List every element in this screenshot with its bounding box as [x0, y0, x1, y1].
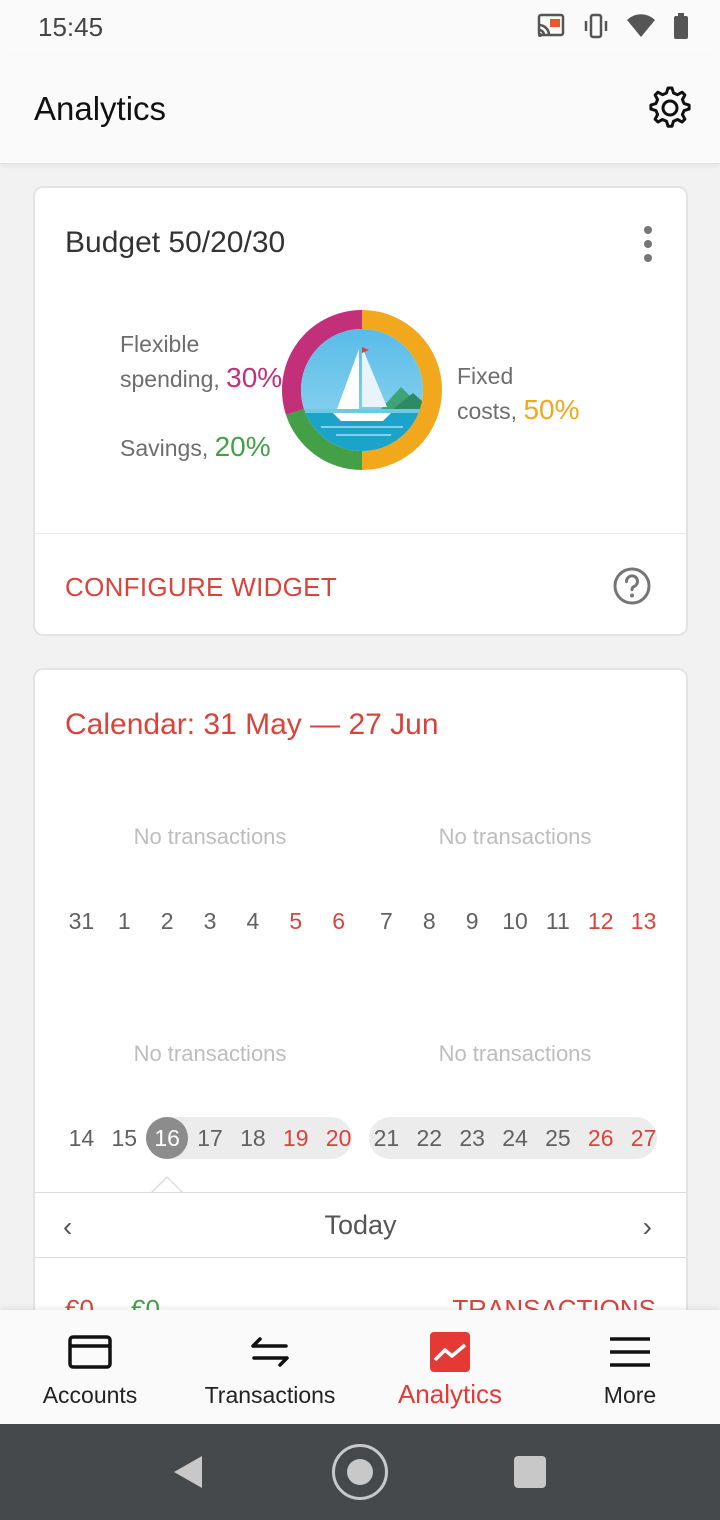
period-label[interactable]: Today [35, 1210, 686, 1241]
calendar-day[interactable]: 5 [274, 900, 317, 942]
calendar-day[interactable]: 27 [622, 1117, 665, 1159]
calendar-day[interactable]: 31 [60, 900, 103, 942]
no-transactions-label: No transactions [438, 1041, 592, 1066]
legend-percent: 20% [214, 431, 271, 462]
calendar-day-today[interactable]: 16 [145, 1117, 189, 1159]
no-transactions-label: No transactions [438, 824, 592, 849]
legend-label: costs, [457, 398, 518, 424]
legend-fixed-costs: Fixed costs, 50% [457, 360, 580, 428]
calendar-day[interactable]: 24 [494, 1117, 537, 1159]
calendar-day[interactable]: 12 [579, 900, 622, 942]
nav-item-accounts[interactable]: Accounts [0, 1310, 180, 1424]
card-icon [68, 1335, 112, 1369]
calendar-day[interactable]: 3 [189, 900, 232, 942]
budget-donut-chart[interactable] [281, 309, 443, 471]
calendar-title: Calendar: 31 May — 27 Jun [65, 708, 439, 741]
legend-label: Savings, [120, 435, 209, 461]
calendar-day[interactable]: 11 [536, 900, 579, 942]
budget-widget-title: Budget 50/20/30 [65, 226, 286, 259]
page-title: Analytics [34, 90, 167, 127]
calendar-day[interactable]: 21 [365, 1117, 408, 1159]
calendar-day[interactable]: 20 [317, 1117, 360, 1159]
calendar-day[interactable]: 8 [408, 900, 451, 942]
calendar-day[interactable]: 22 [408, 1117, 451, 1159]
calendar-period-nav: ‹ Today › [35, 1192, 686, 1258]
calendar-day[interactable]: 25 [536, 1117, 579, 1159]
calendar-day[interactable]: 17 [189, 1117, 232, 1159]
calendar-day[interactable]: 15 [103, 1117, 146, 1159]
help-circle-icon[interactable] [612, 566, 652, 606]
budget-widget-card: Budget 50/20/30 Flexible spending, 30% S… [33, 186, 688, 636]
transfer-arrows-icon [251, 1337, 289, 1367]
legend-flexible-spending: Flexible spending, 30% [120, 328, 282, 396]
settings-button[interactable] [646, 84, 694, 132]
configure-widget-button[interactable]: CONFIGURE WIDGET [65, 572, 337, 603]
chart-icon [430, 1332, 470, 1372]
calendar-day[interactable]: 23 [451, 1117, 494, 1159]
status-bar: 15:45 [0, 0, 720, 56]
wifi-icon [627, 14, 655, 38]
no-transactions-label: No transactions [133, 1041, 287, 1066]
legend-savings: Savings, 20% [120, 430, 271, 465]
hamburger-menu-icon [610, 1337, 650, 1367]
calendar-day[interactable]: 18 [231, 1117, 274, 1159]
vibrate-icon [584, 13, 608, 39]
app-bar: Analytics [0, 56, 720, 164]
nav-label: Transactions [204, 1382, 336, 1408]
calendar-day[interactable]: 4 [231, 900, 274, 942]
legend-label: Flexible [120, 331, 200, 357]
nav-label: More [603, 1382, 657, 1408]
calendar-day[interactable]: 19 [274, 1117, 317, 1159]
cast-icon [537, 13, 565, 37]
calendar-day[interactable]: 26 [579, 1117, 622, 1159]
battery-icon [674, 13, 688, 39]
calendar-day[interactable]: 6 [317, 900, 360, 942]
nav-item-analytics[interactable]: Analytics [360, 1310, 540, 1424]
legend-label: Fixed [457, 363, 514, 389]
calendar-week-current[interactable]: No transactions 14 15 16 17 18 19 20 [60, 1027, 360, 1177]
calendar-day[interactable]: 9 [451, 900, 494, 942]
calendar-widget-card: Calendar: 31 May — 27 Jun No transaction… [33, 668, 688, 1368]
legend-percent: 30% [226, 362, 283, 393]
nav-item-more[interactable]: More [540, 1310, 720, 1424]
status-time: 15:45 [38, 12, 104, 42]
calendar-week[interactable]: No transactions 7 8 9 10 11 12 13 [365, 810, 665, 960]
calendar-day[interactable]: 7 [365, 900, 408, 942]
back-icon[interactable] [172, 1454, 206, 1490]
home-icon[interactable] [332, 1444, 388, 1500]
legend-percent: 50% [523, 394, 580, 425]
nav-item-transactions[interactable]: Transactions [180, 1310, 360, 1424]
selection-pointer [151, 1176, 183, 1192]
status-icons [536, 12, 690, 40]
gear-icon [649, 86, 691, 128]
nav-label: Accounts [42, 1382, 138, 1408]
nav-label: Analytics [397, 1379, 503, 1409]
calendar-day[interactable]: 13 [622, 900, 665, 942]
bottom-navigation: Accounts Transactions Analytics More [0, 1310, 720, 1424]
calendar-week[interactable]: No transactions 31 1 2 3 4 5 6 [60, 810, 360, 960]
chevron-right-icon[interactable]: › [643, 1211, 652, 1243]
calendar-day[interactable]: 10 [494, 900, 537, 942]
calendar-day[interactable]: 2 [146, 900, 189, 942]
system-navigation-bar [0, 1424, 720, 1520]
divider [35, 533, 686, 534]
calendar-day[interactable]: 1 [103, 900, 146, 942]
legend-label: spending, [120, 366, 220, 392]
no-transactions-label: No transactions [133, 824, 287, 849]
recents-icon[interactable] [514, 1456, 546, 1488]
kebab-menu-icon[interactable] [636, 222, 660, 266]
calendar-week[interactable]: No transactions 21 22 23 24 25 26 27 [365, 1027, 665, 1177]
today-day-number: 16 [154, 1125, 180, 1151]
calendar-day[interactable]: 14 [60, 1117, 103, 1159]
sailboat-icon [301, 329, 423, 451]
